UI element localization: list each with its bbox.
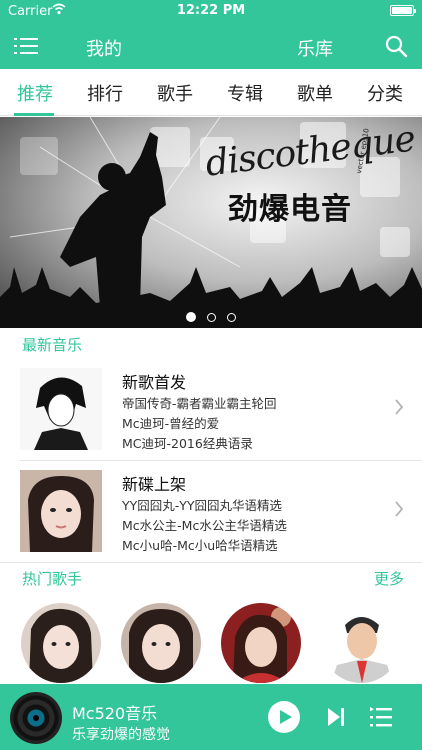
section-title-hot-singers: 热门歌手 — [22, 570, 83, 588]
app-screen: Carrier 12:22 PM 我的 乐库 推荐 排行 歌手 专辑 歌单 分类… — [0, 0, 422, 750]
list-item-title: 新歌首发 — [122, 373, 187, 392]
carousel-dots — [0, 307, 422, 326]
next-icon[interactable] — [326, 706, 346, 728]
list-item-line: MC迪珂-2016经典语录 — [122, 436, 253, 451]
clock: 12:22 PM — [176, 3, 246, 18]
top-bar: Carrier 12:22 PM 我的 乐库 — [0, 0, 422, 69]
tab-genres[interactable]: 分类 — [367, 80, 403, 106]
player-subtitle: 乐享劲爆的感觉 — [72, 727, 170, 743]
banner-carousel[interactable]: discotheque 劲爆电音 vector eps10 — [0, 117, 422, 328]
tab-recommend[interactable]: 推荐 — [17, 80, 53, 106]
list-item-title: 新碟上架 — [122, 475, 187, 494]
singer-avatar[interactable] — [21, 603, 101, 683]
banner-subtitle: 劲爆电音 — [228, 192, 352, 227]
singer-avatar[interactable] — [321, 603, 401, 683]
carousel-dot[interactable] — [185, 312, 196, 322]
album-disc-icon[interactable] — [10, 692, 62, 744]
player-title: Mc520音乐 — [72, 704, 158, 723]
carousel-dot[interactable] — [227, 313, 237, 322]
active-tab-indicator — [14, 113, 54, 116]
list-item-new-songs[interactable]: 新歌首发 帝国传奇-霸者霸业霸主轮回 Mc迪珂-曾经的爱 MC迪珂-2016经典… — [0, 360, 422, 458]
list-item-line: 帝国传奇-霸者霸业霸主轮回 — [122, 396, 277, 411]
header: 我的 乐库 — [0, 22, 422, 69]
section-title-latest: 最新音乐 — [22, 336, 83, 354]
list-item-line: Mc水公主-Mc水公主华语精选 — [122, 518, 287, 533]
tab-singers[interactable]: 歌手 — [157, 80, 193, 106]
search-icon[interactable] — [384, 34, 408, 58]
play-icon[interactable] — [268, 701, 300, 733]
tab-playlists[interactable]: 歌单 — [297, 80, 333, 106]
battery-icon — [390, 5, 416, 16]
status-bar: Carrier 12:22 PM — [0, 0, 422, 22]
divider — [0, 562, 422, 563]
singer-avatar[interactable] — [221, 603, 301, 683]
tab-albums[interactable]: 专辑 — [227, 80, 263, 106]
chevron-right-icon — [395, 399, 404, 415]
menu-icon[interactable] — [14, 35, 38, 57]
category-tabs: 推荐 排行 歌手 专辑 歌单 分类 — [0, 69, 422, 116]
tab-library[interactable]: 乐库 — [297, 35, 333, 61]
more-link[interactable]: 更多 — [374, 568, 404, 589]
list-item-new-albums[interactable]: 新碟上架 YY囧囧丸-YY囧囧丸华语精选 Mc水公主-Mc水公主华语精选 Mc小… — [0, 462, 422, 560]
list-item-line: Mc迪珂-曾经的爱 — [122, 416, 220, 431]
list-item-line: YY囧囧丸-YY囧囧丸华语精选 — [122, 498, 283, 513]
mini-player: Mc520音乐 乐享劲爆的感觉 — [0, 684, 422, 750]
tab-ranking[interactable]: 排行 — [87, 80, 123, 106]
album-thumbnail — [20, 470, 102, 552]
tab-mine[interactable]: 我的 — [86, 35, 122, 61]
album-thumbnail — [20, 368, 102, 450]
list-item-line: Mc小u哈-Mc小u哈华语精选 — [122, 538, 278, 553]
playlist-icon[interactable] — [370, 706, 392, 728]
carousel-dot[interactable] — [207, 313, 216, 322]
singer-avatar[interactable] — [121, 603, 201, 683]
divider — [20, 460, 422, 461]
chevron-right-icon — [395, 501, 404, 517]
